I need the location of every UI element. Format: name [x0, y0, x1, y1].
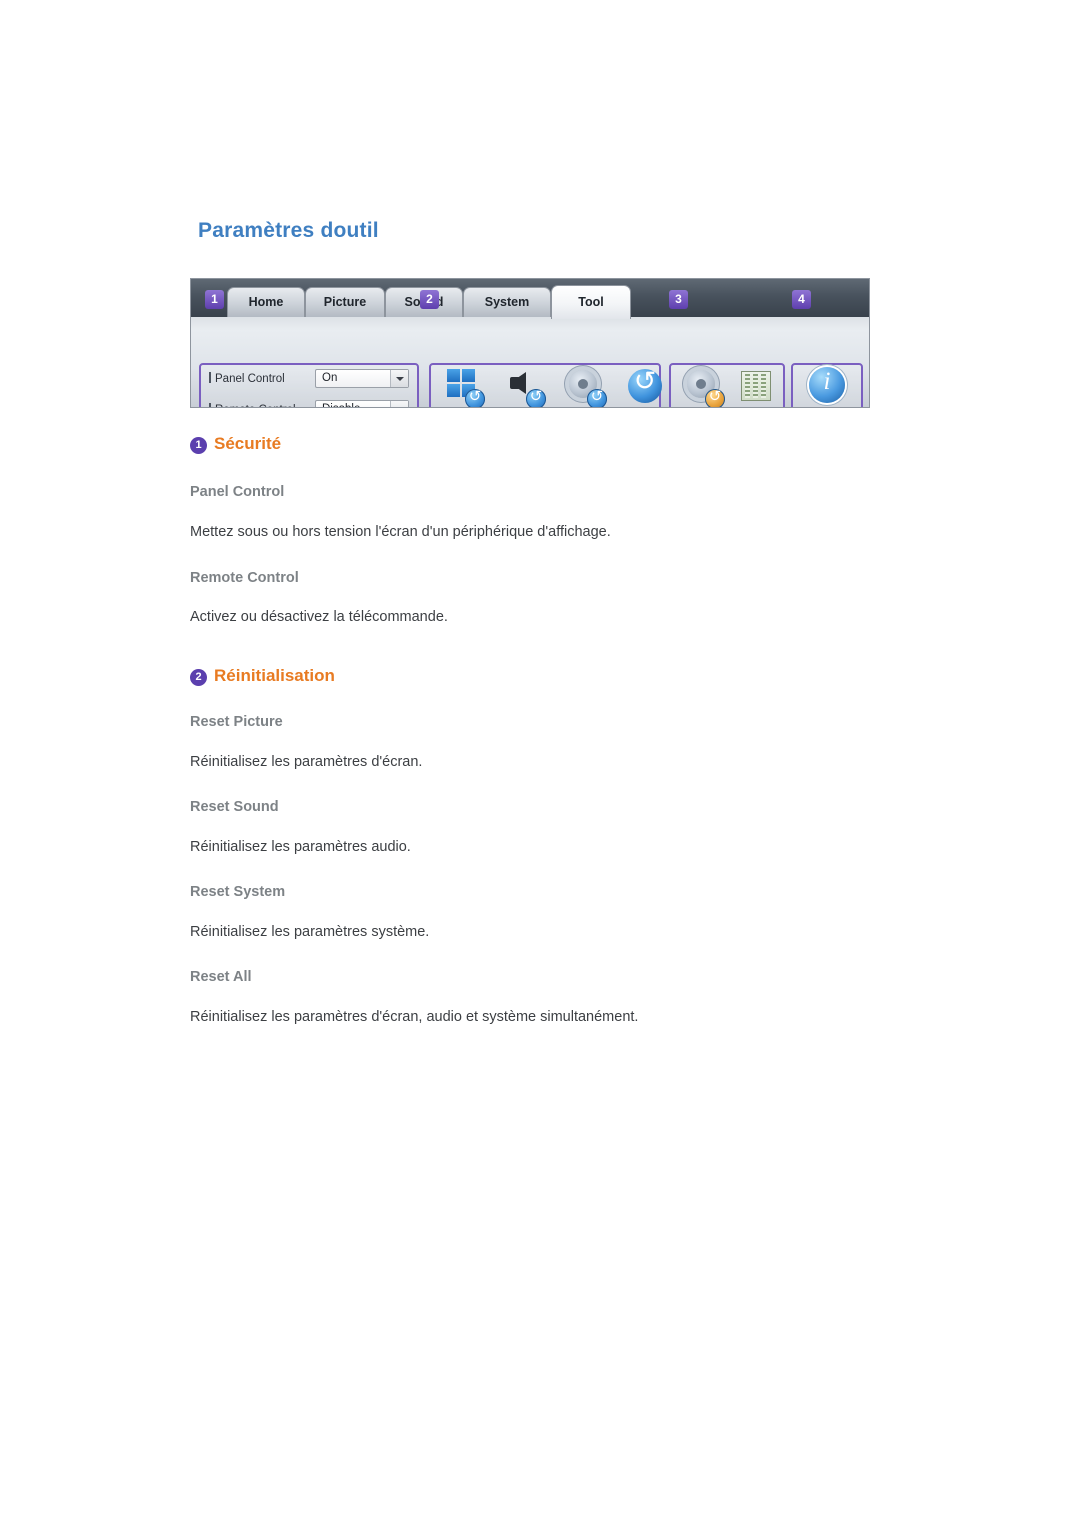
subheading-reset-system: Reset System [190, 884, 286, 900]
paragraph-panel-control: Mettez sous ou hors tension l'écran d'un… [190, 524, 611, 540]
page-title: Paramètres doutil [198, 219, 379, 242]
section-number-1: 1 [190, 437, 207, 454]
chevron-down-icon[interactable] [390, 370, 408, 387]
panel-control-label: Panel Control [209, 372, 285, 385]
edit-column-icon [735, 367, 775, 407]
chevron-down-icon[interactable] [390, 401, 408, 407]
panel-control-select[interactable]: On [315, 369, 409, 388]
reset-picture-icon [443, 367, 485, 407]
paragraph-remote-control: Activez ou désactivez la télécommande. [190, 609, 448, 625]
reset-system-icon [565, 367, 607, 407]
section-title-1: Sécurité [214, 434, 282, 453]
tab-picture[interactable]: Picture [305, 287, 385, 317]
callout-3: 3 [669, 290, 688, 309]
section-heading-reinitialisation: 2 Réinitialisation [190, 666, 335, 686]
osd-tabbar: Home Picture Sound System Tool [191, 279, 869, 319]
remote-control-value: Disable [322, 403, 360, 407]
osd-screenshot: Home Picture Sound System Tool Panel Con… [190, 278, 870, 408]
subheading-panel-control: Panel Control [190, 484, 285, 500]
paragraph-reset-picture: Réinitialisez les paramètres d'écran. [190, 754, 423, 770]
callout-2: 2 [420, 290, 439, 309]
section-title-2: Réinitialisation [214, 666, 335, 685]
section-number-2: 2 [190, 669, 207, 686]
option-button[interactable]: Option [673, 367, 733, 407]
tab-system[interactable]: System [463, 287, 551, 317]
tab-home[interactable]: Home [227, 287, 305, 317]
reset-sound-icon [504, 367, 546, 407]
callout-1: 1 [205, 290, 224, 309]
reset-picture-button[interactable]: Reset Picture [433, 367, 493, 407]
information-icon [807, 367, 847, 407]
subheading-reset-sound: Reset Sound [190, 799, 279, 815]
callout-4: 4 [792, 290, 811, 309]
subheading-reset-picture: Reset Picture [190, 714, 283, 730]
document-page: Paramètres doutil Home Picture Sound Sys… [0, 0, 1080, 1527]
subheading-remote-control: Remote Control [190, 570, 299, 586]
panel-control-value: On [322, 372, 338, 384]
tab-tool[interactable]: Tool [551, 285, 631, 319]
paragraph-reset-system: Réinitialisez les paramètres système. [190, 924, 430, 940]
reset-all-button[interactable]: Reset All [616, 366, 676, 407]
paragraph-reset-all: Réinitialisez les paramètres d'écran, au… [190, 1009, 639, 1025]
edit-column-button[interactable]: Edit Column [725, 367, 785, 407]
information-button[interactable]: Information [797, 367, 857, 407]
remote-control-select[interactable]: Disable [315, 400, 409, 407]
reset-all-icon [626, 366, 666, 407]
remote-control-label: Remote Control [209, 403, 296, 407]
option-icon [683, 367, 725, 407]
reset-sound-button[interactable]: Reset Sound [494, 367, 554, 407]
section-heading-securite: 1 Sécurité [190, 434, 281, 454]
osd-body: Panel Control On Remote Control Disable … [191, 317, 869, 407]
reset-system-button[interactable]: Reset System [555, 367, 615, 407]
paragraph-reset-sound: Réinitialisez les paramètres audio. [190, 839, 411, 855]
subheading-reset-all: Reset All [190, 969, 252, 985]
